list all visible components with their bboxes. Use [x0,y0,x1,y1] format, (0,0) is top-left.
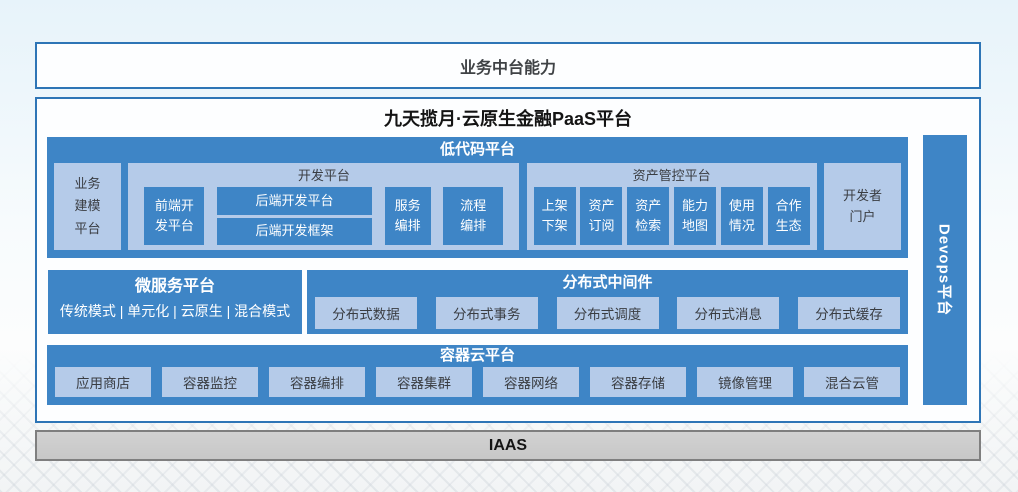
container-item-storage: 容器存储 [590,367,686,397]
business-middle-platform-label: 业务中台能力 [460,54,556,78]
service-orchestration-box: 服务 编排 [385,187,431,245]
middleware-title: 分布式中间件 [307,270,908,295]
middleware-item-messaging: 分布式消息 [677,297,779,329]
process-orchestration-box: 流程 编排 [443,187,503,245]
container-item-hybrid-cloud: 混合云管 [804,367,900,397]
lowcode-title: 低代码平台 [47,137,908,162]
architecture-diagram: 业务中台能力 九天揽月·云原生金融PaaS平台 低代码平台 业务 建模 平台 开… [0,0,1018,492]
lowcode-row: 业务 建模 平台 开发平台 前端开 发平台 后端开发平台 后端开发框架 服务 编… [47,162,908,250]
middleware-item-cache: 分布式缓存 [798,297,900,329]
container-item-app-store: 应用商店 [55,367,151,397]
dev-platform-group: 开发平台 前端开 发平台 后端开发平台 后端开发框架 服务 编排 流程 编排 [128,163,519,250]
lowcode-section: 低代码平台 业务 建模 平台 开发平台 前端开 发平台 后端开发平台 后端开发框… [47,137,908,258]
middleware-item-scheduling: 分布式调度 [557,297,659,329]
asset-item-search: 资产 检索 [627,187,669,245]
backend-dev-platform-box: 后端开发平台 [217,187,372,215]
frontend-dev-box: 前端开 发平台 [144,187,204,245]
middleware-row: 分布式数据 分布式事务 分布式调度 分布式消息 分布式缓存 [307,295,908,327]
dev-platform-title: 开发平台 [128,164,519,187]
container-cloud-row: 应用商店 容器监控 容器编排 容器集群 容器网络 容器存储 镜像管理 混合云管 [47,366,908,396]
iaas-label: IAAS [489,437,527,455]
container-item-image-mgmt: 镜像管理 [697,367,793,397]
asset-mgmt-title: 资产管控平台 [527,164,817,187]
business-middle-platform-banner: 业务中台能力 [35,42,981,89]
microservice-title: 微服务平台 [48,275,302,299]
middleware-item-data: 分布式数据 [315,297,417,329]
container-item-orchestration: 容器编排 [269,367,365,397]
dev-platform-row: 前端开 发平台 后端开发平台 后端开发框架 服务 编排 流程 编排 [128,187,519,245]
devops-label: Devops平台 [935,224,956,316]
container-item-cluster: 容器集群 [376,367,472,397]
backend-dev-framework-box: 后端开发框架 [217,218,372,246]
asset-item-ecosystem: 合作 生态 [768,187,810,245]
middleware-section: 分布式中间件 分布式数据 分布式事务 分布式调度 分布式消息 分布式缓存 [307,270,908,334]
asset-item-subscribe: 资产 订阅 [580,187,622,245]
devops-bar: Devops平台 [923,135,967,405]
developer-portal-box: 开发者 门户 [824,163,901,250]
asset-item-shelf: 上架 下架 [534,187,576,245]
container-cloud-title: 容器云平台 [47,345,908,366]
paas-platform-container: 九天揽月·云原生金融PaaS平台 低代码平台 业务 建模 平台 开发平台 前端开… [35,97,981,423]
container-item-monitoring: 容器监控 [162,367,258,397]
container-cloud-section: 容器云平台 应用商店 容器监控 容器编排 容器集群 容器网络 容器存储 镜像管理… [47,345,908,405]
asset-item-usage: 使用 情况 [721,187,763,245]
business-modeling-box: 业务 建模 平台 [54,163,121,250]
platform-title: 九天揽月·云原生金融PaaS平台 [37,99,979,137]
asset-mgmt-group: 资产管控平台 上架 下架 资产 订阅 资产 检索 能力 地图 使用 情况 合作 … [527,163,817,250]
microservice-section: 微服务平台 传统模式 | 单元化 | 云原生 | 混合模式 [48,270,302,334]
backend-stack: 后端开发平台 后端开发框架 [217,187,372,245]
container-item-network: 容器网络 [483,367,579,397]
asset-item-capability-map: 能力 地图 [674,187,716,245]
iaas-bar: IAAS [35,430,981,461]
asset-mgmt-row: 上架 下架 资产 订阅 资产 检索 能力 地图 使用 情况 合作 生态 [527,187,817,245]
microservice-modes: 传统模式 | 单元化 | 云原生 | 混合模式 [48,299,302,321]
middleware-item-transaction: 分布式事务 [436,297,538,329]
